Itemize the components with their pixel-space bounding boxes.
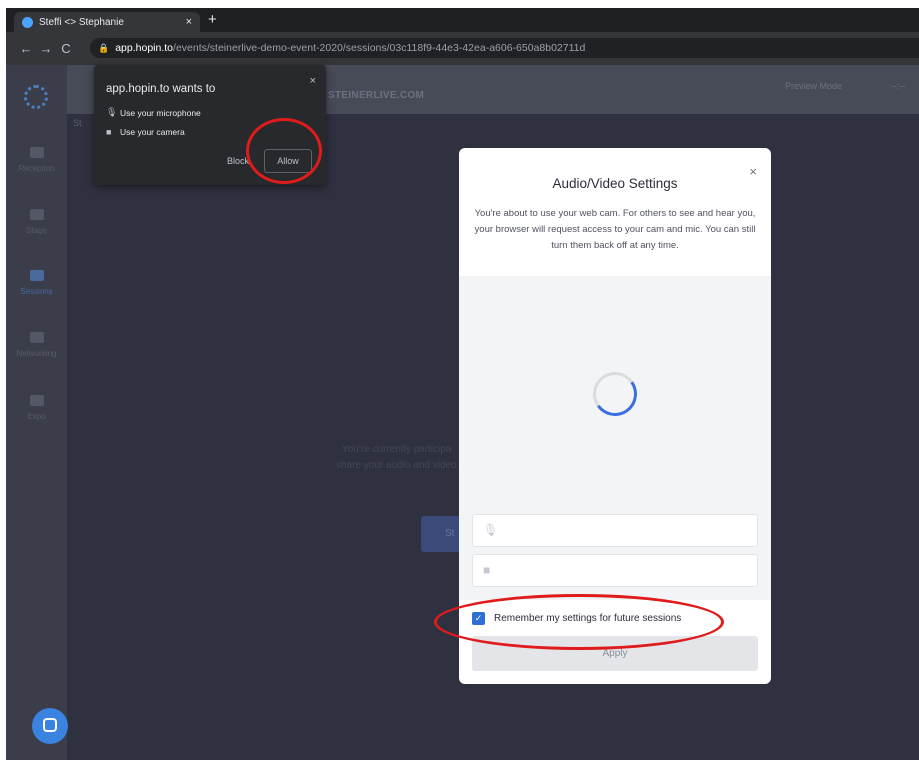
annotation-circle-allow: [246, 118, 322, 184]
modal-description: You're about to use your web cam. For ot…: [474, 208, 756, 251]
session-info-text-2: share your audio and video: [336, 460, 457, 471]
permission-heading: app.hopin.to wants to: [106, 83, 216, 95]
home-icon: [29, 147, 44, 158]
permission-mic-row: 🎙︎ Use your microphone: [106, 107, 201, 118]
sidebar-item-expo[interactable]: Expo: [6, 395, 67, 421]
modal-title: Audio/Video Settings: [552, 176, 678, 191]
expo-icon: [29, 395, 44, 406]
back-icon[interactable]: ←: [16, 41, 36, 56]
annotation-circle-remember: [434, 594, 724, 650]
forward-icon[interactable]: →: [36, 41, 56, 56]
tab-close-icon[interactable]: ×: [186, 16, 192, 28]
networking-icon: [29, 332, 44, 343]
reload-icon[interactable]: C: [56, 41, 76, 56]
permission-close-icon[interactable]: ×: [310, 75, 316, 87]
favicon-icon: [22, 16, 33, 28]
url-host: app.hopin.to: [115, 42, 174, 54]
microphone-select[interactable]: 🎙︎: [472, 514, 758, 547]
event-brand: STEINERLIVE.COM: [328, 90, 425, 101]
permission-mic-label: Use your microphone: [120, 107, 201, 118]
address-bar[interactable]: 🔒 app.hopin.to /events/steinerlive-demo-…: [90, 38, 919, 58]
sessions-icon: [29, 270, 44, 281]
browser-tab[interactable]: Steffi <> Stephanie ×: [14, 12, 200, 32]
url-path: /events/steinerlive-demo-event-2020/sess…: [173, 42, 586, 54]
camera-icon: ■: [106, 127, 112, 137]
microphone-icon: 🎙︎: [483, 523, 499, 537]
preview-mode-label: Preview Mode: [785, 81, 843, 91]
sidebar-item-sessions[interactable]: Sessions: [6, 270, 67, 296]
clock: --:--: [891, 81, 906, 91]
chat-launcher-button[interactable]: [32, 708, 68, 744]
chat-icon: [43, 718, 57, 732]
stage-icon: [29, 209, 44, 220]
hopin-logo-icon: [24, 85, 48, 109]
tab-strip: Steffi <> Stephanie × +: [6, 8, 919, 32]
session-info-text: You're currently participa: [342, 444, 452, 455]
loading-spinner-icon: [589, 368, 641, 420]
breadcrumb: St: [73, 118, 82, 128]
sidebar-item-stage[interactable]: Stage: [6, 209, 67, 235]
microphone-icon: 🎙︎: [106, 107, 118, 117]
permission-camera-row: ■ Use your camera: [106, 127, 185, 137]
sidebar-item-reception[interactable]: Reception: [6, 147, 67, 173]
camera-select[interactable]: ■: [472, 554, 758, 587]
video-preview: [459, 276, 771, 600]
camera-icon: ■: [483, 563, 491, 577]
tab-title: Steffi <> Stephanie: [39, 16, 124, 28]
permission-camera-label: Use your camera: [120, 127, 185, 137]
new-tab-button[interactable]: +: [208, 12, 217, 28]
browser-window: Steffi <> Stephanie × + ← → C 🔒 app.hopi…: [6, 8, 919, 760]
browser-toolbar: ← → C 🔒 app.hopin.to /events/steinerlive…: [6, 32, 919, 65]
sidebar-item-networking[interactable]: Networking: [6, 332, 67, 358]
sidebar: Reception Stage Sessions Networking Expo: [6, 65, 67, 760]
lock-icon[interactable]: 🔒: [98, 43, 109, 54]
